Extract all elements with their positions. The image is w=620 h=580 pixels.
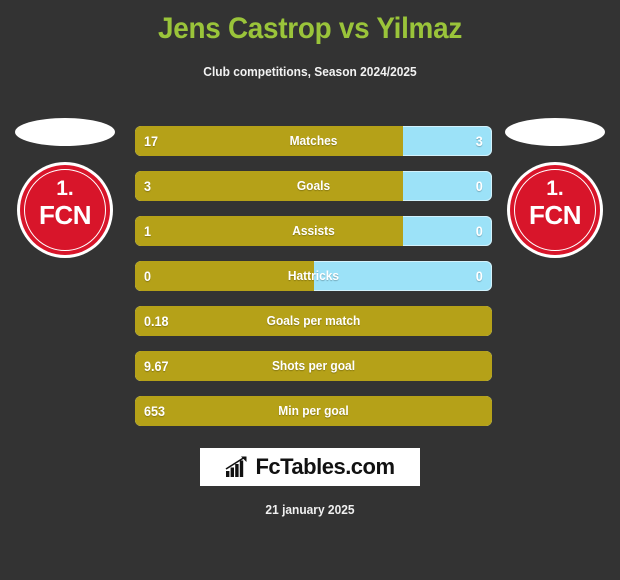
comparison-infographic: Jens Castrop vs Yilmaz Club competitions… bbox=[0, 0, 620, 580]
right-crest-main-text: FCN bbox=[529, 200, 581, 230]
stat-row-goals-per-match: 0.18 Goals per match bbox=[135, 306, 492, 336]
stat-row-hattricks: 0 Hattricks 0 bbox=[135, 261, 492, 291]
stat-label: Shots per goal bbox=[271, 358, 356, 373]
page-title: Jens Castrop vs Yilmaz bbox=[157, 12, 462, 45]
stat-row-min-per-goal: 653 Min per goal bbox=[135, 396, 492, 426]
fctables-logo[interactable]: FcTables.com bbox=[200, 448, 420, 486]
badge-ellipse-decoration bbox=[15, 118, 115, 146]
right-crest-top-text: 1. bbox=[546, 177, 564, 200]
stat-label: Goals per match bbox=[266, 313, 361, 328]
stat-row-assists: 1 Assists 0 bbox=[135, 216, 492, 246]
right-team-badge: 1. FCN bbox=[500, 118, 610, 288]
badge-ellipse-decoration bbox=[505, 118, 605, 146]
stat-right-value: 0 bbox=[475, 223, 483, 239]
stat-row-matches: 17 Matches 3 bbox=[135, 126, 492, 156]
stat-label: Hattricks bbox=[287, 268, 340, 283]
bar-chart-trend-icon bbox=[226, 456, 247, 477]
left-crest-top-text: 1. bbox=[56, 177, 74, 200]
stat-bars-container: 17 Matches 3 3 Goals 0 1 Assists 0 0 Hat… bbox=[135, 126, 492, 441]
left-club-crest-icon: 1. FCN bbox=[17, 162, 113, 258]
date-label: 21 january 2025 bbox=[265, 502, 355, 517]
stat-right-value: 3 bbox=[475, 133, 483, 149]
stat-label: Goals bbox=[296, 178, 331, 193]
stat-label: Assists bbox=[292, 223, 335, 238]
left-crest-main-text: FCN bbox=[39, 200, 91, 230]
right-club-crest-icon: 1. FCN bbox=[507, 162, 603, 258]
stat-label: Matches bbox=[289, 133, 338, 148]
stat-right-value: 0 bbox=[475, 178, 483, 194]
stat-label: Min per goal bbox=[278, 403, 349, 418]
stat-right-value: 0 bbox=[475, 268, 483, 284]
page-subtitle: Club competitions, Season 2024/2025 bbox=[203, 64, 417, 79]
stat-row-goals: 3 Goals 0 bbox=[135, 171, 492, 201]
fctables-brand-text: FcTables.com bbox=[255, 454, 395, 479]
left-team-badge: 1. FCN bbox=[10, 118, 120, 288]
stat-row-shots-per-goal: 9.67 Shots per goal bbox=[135, 351, 492, 381]
